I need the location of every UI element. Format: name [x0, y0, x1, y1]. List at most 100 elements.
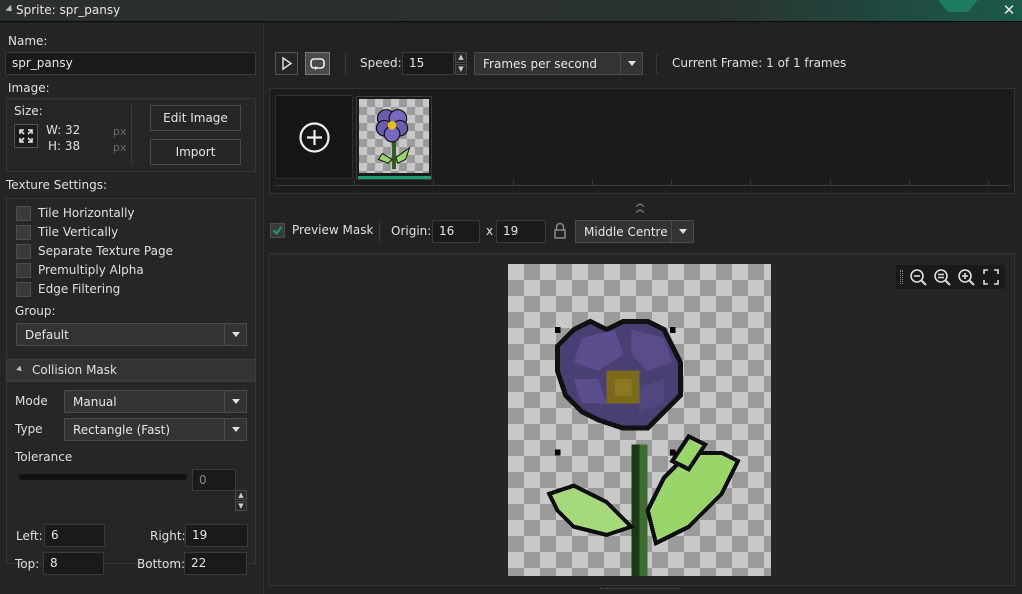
- pansy-sprite-image: [546, 318, 741, 576]
- mode-dropdown-value: Manual: [73, 395, 117, 409]
- group-dropdown[interactable]: Default: [16, 323, 247, 346]
- ruler-tick: [592, 180, 593, 186]
- play-button[interactable]: [275, 52, 298, 75]
- type-label: Type: [15, 422, 43, 436]
- fit-to-screen-icon[interactable]: [980, 266, 1002, 288]
- tolerance-slider[interactable]: [19, 474, 187, 480]
- frame-selected-indicator: [358, 176, 431, 179]
- lock-icon[interactable]: [553, 222, 567, 240]
- sprite-preview-canvas[interactable]: [508, 264, 771, 576]
- stepper-down-icon[interactable]: ▼: [455, 64, 467, 75]
- tile-horizontally-label: Tile Horizontally: [38, 206, 135, 220]
- edit-image-button[interactable]: Edit Image: [150, 105, 241, 131]
- group-label: Group:: [15, 304, 56, 318]
- separate-texture-page-checkbox[interactable]: [16, 244, 31, 259]
- stepper-up-icon[interactable]: ▲: [235, 490, 247, 500]
- title-bar: Sprite: spr_pansy ✕: [0, 0, 1022, 22]
- ruler-tick: [671, 180, 672, 186]
- zoom-reset-icon[interactable]: [931, 266, 953, 288]
- resize-grip[interactable]: [600, 588, 680, 591]
- image-group: Size: W: 32 H: 38 px px Edit Image Impor…: [6, 98, 256, 172]
- collapse-icon: [16, 365, 24, 374]
- loop-button[interactable]: [305, 52, 330, 75]
- height-unit: px: [113, 141, 127, 154]
- origin-preset-dropdown[interactable]: Middle Centre: [575, 220, 694, 243]
- origin-x-input[interactable]: 16: [432, 220, 480, 243]
- stepper-up-icon[interactable]: ▲: [455, 52, 467, 63]
- chevron-down-icon: [620, 53, 642, 74]
- tolerance-input[interactable]: 0: [192, 469, 236, 491]
- group-dropdown-value: Default: [25, 328, 69, 342]
- tolerance-label: Tolerance: [15, 450, 73, 464]
- frame-thumbnail-canvas: [359, 99, 429, 173]
- preview-mask-checkbox[interactable]: [270, 223, 285, 238]
- premultiply-alpha-checkbox[interactable]: [16, 263, 31, 278]
- edge-filtering-checkbox[interactable]: [16, 282, 31, 297]
- zoom-in-icon[interactable]: [955, 266, 977, 288]
- divider: [345, 54, 346, 74]
- separate-texture-page-label: Separate Texture Page: [38, 244, 173, 258]
- tile-vertically-label: Tile Vertically: [38, 225, 119, 239]
- chevron-down-icon: [224, 419, 246, 440]
- divider: [131, 105, 132, 165]
- import-button[interactable]: Import: [150, 139, 241, 165]
- top-input-box[interactable]: 8: [43, 552, 104, 575]
- name-label: Name:: [8, 34, 48, 48]
- size-label: Size:: [14, 104, 43, 118]
- type-dropdown-value: Rectangle (Fast): [73, 423, 171, 437]
- image-label: Image:: [8, 81, 50, 95]
- collapse-up-icon[interactable]: ︿ ︿: [633, 200, 647, 215]
- close-icon[interactable]: ✕: [1001, 2, 1017, 18]
- name-input[interactable]: spr_pansy: [5, 52, 256, 75]
- right-input[interactable]: 19: [185, 524, 248, 547]
- pansy-thumbnail-image: [375, 109, 411, 170]
- collision-mask-group: Mode Manual Type Rectangle (Fast) Tolera…: [6, 381, 256, 564]
- texture-settings-label: Texture Settings:: [6, 178, 108, 192]
- right-label: Right:: [150, 529, 186, 543]
- collision-mask-header[interactable]: Collision Mask: [6, 359, 256, 381]
- origin-y-input[interactable]: 19: [496, 220, 546, 243]
- type-dropdown[interactable]: Rectangle (Fast): [64, 418, 247, 441]
- width-unit: px: [113, 125, 127, 138]
- add-frame-button[interactable]: [275, 95, 353, 179]
- top-label-text: Top:: [15, 557, 40, 571]
- mode-label: Mode: [15, 394, 48, 408]
- mode-dropdown[interactable]: Manual: [64, 390, 247, 413]
- window-title: Sprite: spr_pansy: [16, 3, 121, 17]
- ruler-tick: [354, 180, 355, 186]
- add-frame-icon: [299, 122, 330, 153]
- stepper-down-icon[interactable]: ▼: [235, 501, 247, 511]
- tile-horizontally-checkbox[interactable]: [16, 206, 31, 221]
- origin-separator: x: [486, 224, 494, 238]
- texture-settings-group: Tile Horizontally Tile Vertically Separa…: [6, 198, 256, 374]
- speed-unit-dropdown[interactable]: Frames per second: [474, 52, 643, 75]
- height-value: H: 38: [48, 139, 81, 153]
- ruler-tick: [750, 180, 751, 186]
- origin-preset-value: Middle Centre: [584, 225, 668, 239]
- chevron-down-icon: [224, 324, 246, 345]
- zoom-toolbar: [896, 265, 1005, 289]
- preview-mask-label: Preview Mask: [292, 223, 374, 237]
- ruler-tick: [433, 180, 434, 186]
- zoom-out-icon[interactable]: [907, 266, 929, 288]
- chevron-down-icon: [671, 221, 693, 242]
- sprite-properties-panel: Name: spr_pansy Image: Size: W: 32 H: 38…: [0, 23, 262, 594]
- ruler-tick: [513, 180, 514, 186]
- tile-vertically-checkbox[interactable]: [16, 225, 31, 240]
- ruler-tick: [909, 180, 910, 186]
- ruler-tick: [830, 180, 831, 186]
- collapse-icon[interactable]: [5, 4, 15, 15]
- bottom-label: Bottom:: [137, 557, 186, 571]
- speed-input[interactable]: 15: [402, 52, 454, 75]
- ruler-tick: [988, 180, 989, 186]
- origin-label: Origin:: [391, 224, 432, 238]
- frame-thumbnail[interactable]: [356, 96, 432, 180]
- resize-icon[interactable]: [14, 124, 38, 148]
- accent-decoration: [938, 0, 978, 12]
- bottom-input[interactable]: 22: [184, 552, 247, 575]
- timeline-ruler: [275, 185, 1010, 186]
- drag-handle-icon[interactable]: [900, 270, 903, 284]
- collision-mask-title: Collision Mask: [32, 363, 117, 377]
- current-frame-text: Current Frame: 1 of 1 frames: [672, 56, 847, 70]
- left-input[interactable]: 6: [44, 524, 105, 547]
